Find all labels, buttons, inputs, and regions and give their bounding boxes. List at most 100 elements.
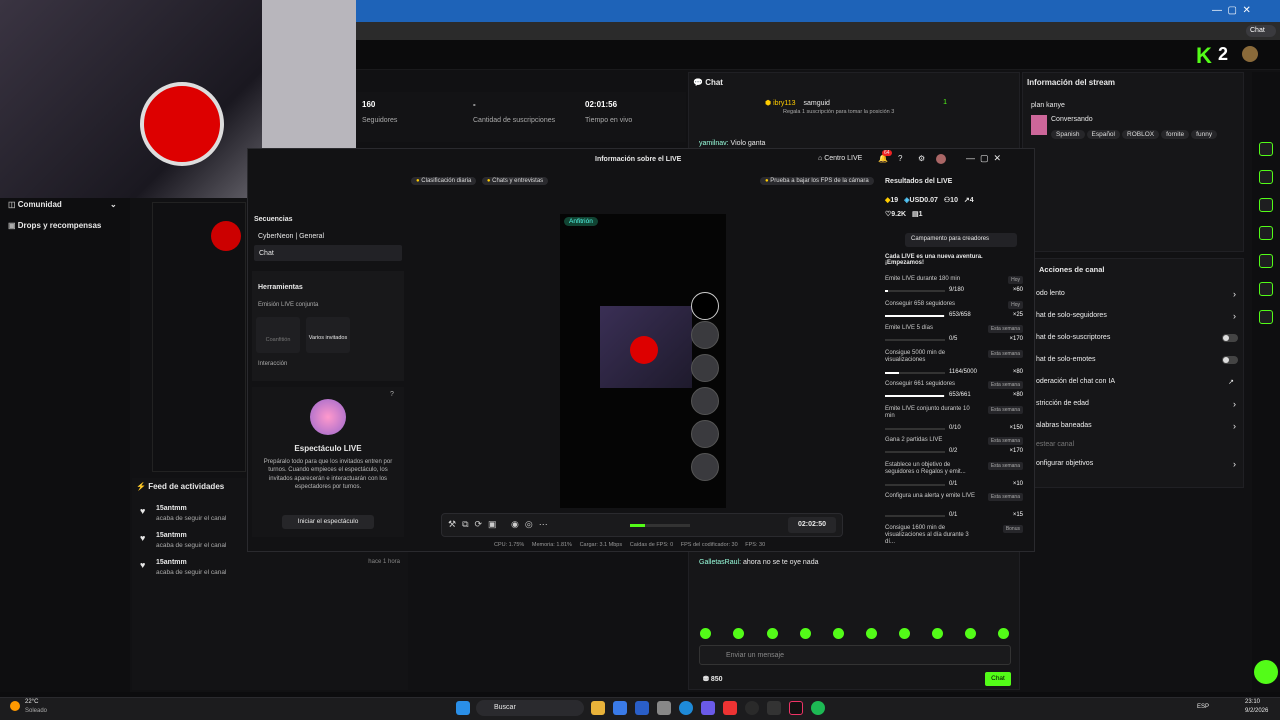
help-icon[interactable]: ?: [898, 154, 902, 163]
mission-item: Gana 2 partidas LIVE Esta semana 0/2 ×170: [885, 437, 1025, 454]
tool-icon[interactable]: [1259, 254, 1273, 268]
clock-time[interactable]: 23:10: [1245, 699, 1260, 705]
chat-input[interactable]: Enviar un mensaje: [699, 645, 1011, 665]
crown-icon: ⬢: [765, 100, 774, 107]
avatar[interactable]: [1242, 46, 1258, 62]
tool-icon[interactable]: [1259, 282, 1273, 296]
mission-name: Consigue 1600 min de visualizaciones al …: [885, 525, 969, 545]
guest-avatar[interactable]: [691, 387, 719, 415]
mission-progress-text: 0/10: [949, 425, 961, 431]
centro-live-button[interactable]: ⌂ Centro LIVE: [818, 155, 862, 162]
help-icon[interactable]: ?: [390, 391, 394, 398]
volume-slider[interactable]: [630, 524, 690, 527]
start-show-button[interactable]: Iniciar el espectáculo: [282, 515, 374, 529]
sidebar-item-community[interactable]: ◫ Comunidad ⌄: [8, 200, 117, 209]
sequence-item[interactable]: Chat: [254, 245, 402, 261]
tool-icon[interactable]: [1259, 226, 1273, 240]
gear-icon[interactable]: ⚙: [918, 154, 925, 163]
sidebar-item-drops[interactable]: ▣ Drops y recompensas: [8, 221, 101, 230]
category-thumbnail[interactable]: [1031, 115, 1047, 135]
channel-action-item[interactable]: alabras baneadas ›: [1036, 421, 1242, 431]
tiktok-icon[interactable]: [789, 701, 803, 715]
emote-icon[interactable]: [998, 628, 1009, 639]
app-icon[interactable]: [635, 701, 649, 715]
cohost-button[interactable]: Coanfitión: [256, 317, 300, 353]
avatar[interactable]: [936, 154, 946, 164]
mission-badge: Bonus: [1002, 525, 1023, 533]
discord-icon[interactable]: [701, 701, 715, 715]
spotify-icon[interactable]: [811, 701, 825, 715]
channel-action-item[interactable]: hat de solo-suscriptores: [1036, 334, 1242, 342]
top-tabs: ● Clasificación diaria ● Chats y entrevi…: [411, 174, 551, 185]
tab-chats[interactable]: ● Chats y entrevistas: [481, 177, 549, 185]
chrome-icon[interactable]: [745, 701, 759, 715]
toggle-switch[interactable]: [1222, 356, 1238, 364]
mission-name: Conseguir 658 seguidores: [885, 301, 956, 307]
channel-action-item[interactable]: oderación del chat con IA ↗: [1036, 378, 1242, 386]
results-stats: ◆19 ◈USD0.07 ⚇10 ↗4: [885, 197, 974, 204]
toggle-switch[interactable]: [1222, 334, 1238, 342]
mission-badge: Esta semana: [987, 437, 1023, 445]
multi-guest-button[interactable]: Varios invitados: [306, 317, 350, 353]
nested-preview: [152, 202, 246, 472]
channel-action-item[interactable]: stricción de edad ›: [1036, 399, 1242, 409]
steam-icon[interactable]: [767, 701, 781, 715]
windows-start-icon[interactable]: [456, 701, 470, 715]
mission-progress-text: 9/180: [949, 287, 965, 293]
window-controls[interactable]: — ▢ ✕: [966, 153, 1001, 164]
kick-logo[interactable]: K: [1196, 43, 1212, 69]
chevron-right-icon: ›: [1233, 311, 1236, 321]
taskbar-search[interactable]: Buscar: [476, 700, 584, 716]
tool-icon[interactable]: [1259, 170, 1273, 184]
emote-icon[interactable]: [833, 628, 844, 639]
send-chat-button[interactable]: Chat: [985, 672, 1011, 686]
guest-avatar[interactable]: [691, 420, 719, 448]
control-icons[interactable]: ⚒⧉⟳▣ ◉◎⋯: [448, 519, 554, 530]
tool-icon[interactable]: [1259, 198, 1273, 212]
campaign-button[interactable]: Campamento para creadores: [905, 233, 1017, 247]
tab-daily-ranking[interactable]: ● Clasificación diaria: [411, 177, 477, 185]
support-chat-icon[interactable]: [1254, 660, 1278, 684]
youtube-icon[interactable]: [723, 701, 737, 715]
mission-reward: ×15: [1012, 512, 1023, 518]
fps-tip[interactable]: ● Prueba a bajar los FPS de la cámara: [760, 174, 877, 185]
channel-action-item[interactable]: hat de solo-seguidores ›: [1036, 311, 1242, 321]
notification-count: 2: [1218, 44, 1229, 64]
app-icon[interactable]: [657, 701, 671, 715]
channel-action-item[interactable]: hat de solo-emotes: [1036, 356, 1242, 364]
guest-avatar[interactable]: [691, 453, 719, 481]
emote-icon[interactable]: [733, 628, 744, 639]
emote-icon[interactable]: [866, 628, 877, 639]
tool-icon[interactable]: [1259, 310, 1273, 324]
app-icon[interactable]: [613, 701, 627, 715]
guest-avatar[interactable]: [691, 354, 719, 382]
window-controls[interactable]: — ▢ ✕: [1212, 5, 1272, 17]
emote-icon[interactable]: [700, 628, 711, 639]
sequence-item[interactable]: CyberNeon | General: [258, 233, 324, 240]
emote-icon[interactable]: [899, 628, 910, 639]
mission-progress-text: 0/1: [949, 481, 958, 487]
folder-icon[interactable]: [591, 701, 605, 715]
emote-icon[interactable]: [965, 628, 976, 639]
language-indicator[interactable]: ESP: [1197, 704, 1209, 710]
emote-icon[interactable]: [767, 628, 778, 639]
tag: funny: [1191, 130, 1218, 139]
channel-action-item[interactable]: onfigurar objetivos ›: [1036, 459, 1242, 469]
category-name[interactable]: Conversando: [1051, 116, 1093, 123]
mission-progress-fill: [885, 372, 899, 374]
channel-action-item: estear canal: [1036, 441, 1242, 448]
stat-followers: 160 Seguidores: [362, 100, 398, 124]
chat-tab-button[interactable]: Chat: [1246, 25, 1276, 37]
edge-icon[interactable]: [679, 701, 693, 715]
guest-slot[interactable]: [691, 292, 719, 320]
emote-icon[interactable]: [932, 628, 943, 639]
emote-icon[interactable]: [800, 628, 811, 639]
tool-icon[interactable]: [1259, 142, 1273, 156]
channel-action-item[interactable]: odo lento ›: [1036, 289, 1242, 299]
mission-reward: ×170: [1009, 336, 1023, 342]
weather-temp[interactable]: 22°C: [25, 699, 38, 705]
channel-action-label: alabras baneadas: [1036, 422, 1092, 429]
guest-avatar[interactable]: [691, 321, 719, 349]
mission-progress-text: 0/1: [949, 512, 958, 518]
mission-badge: Esta semana: [987, 462, 1023, 470]
